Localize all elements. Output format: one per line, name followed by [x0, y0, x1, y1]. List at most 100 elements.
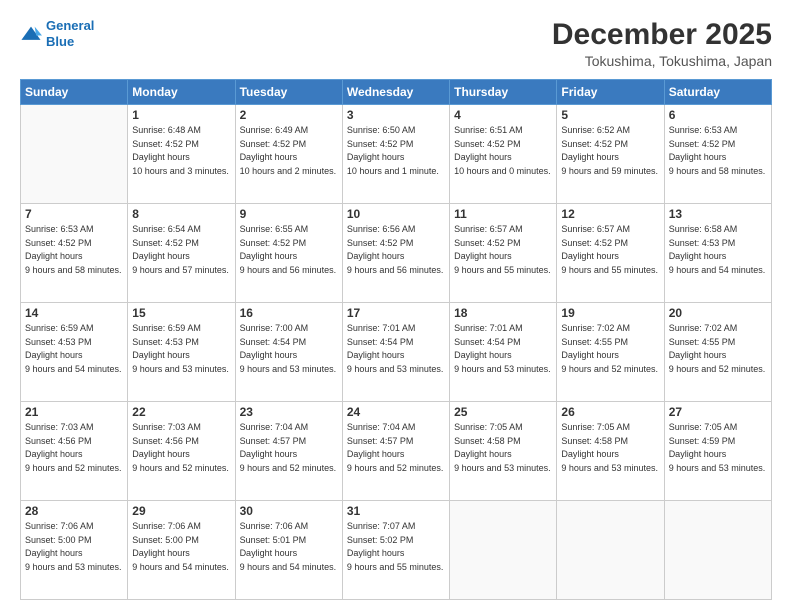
day-number: 28: [25, 504, 123, 518]
calendar-cell: 20 Sunrise: 7:02 AMSunset: 4:55 PMDayligh…: [664, 303, 771, 402]
calendar-cell: 29 Sunrise: 7:06 AMSunset: 5:00 PMDayligh…: [128, 501, 235, 600]
day-info: Sunrise: 7:00 AMSunset: 4:54 PMDaylight …: [240, 322, 338, 376]
day-info: Sunrise: 7:06 AMSunset: 5:00 PMDaylight …: [25, 520, 123, 574]
calendar-cell: 11 Sunrise: 6:57 AMSunset: 4:52 PMDayligh…: [450, 204, 557, 303]
day-info: Sunrise: 7:04 AMSunset: 4:57 PMDaylight …: [240, 421, 338, 475]
day-number: 26: [561, 405, 659, 419]
day-number: 3: [347, 108, 445, 122]
logo-icon: [20, 25, 42, 43]
day-info: Sunrise: 7:04 AMSunset: 4:57 PMDaylight …: [347, 421, 445, 475]
calendar-row-3: 21 Sunrise: 7:03 AMSunset: 4:56 PMDayligh…: [21, 402, 772, 501]
calendar-cell: 7 Sunrise: 6:53 AMSunset: 4:52 PMDaylight…: [21, 204, 128, 303]
day-info: Sunrise: 7:06 AMSunset: 5:00 PMDaylight …: [132, 520, 230, 574]
logo-line2: Blue: [46, 34, 74, 49]
logo-text: General Blue: [46, 18, 94, 49]
day-info: Sunrise: 6:52 AMSunset: 4:52 PMDaylight …: [561, 124, 659, 178]
day-number: 4: [454, 108, 552, 122]
calendar-cell: [664, 501, 771, 600]
calendar-cell: [450, 501, 557, 600]
calendar-cell: 12 Sunrise: 6:57 AMSunset: 4:52 PMDayligh…: [557, 204, 664, 303]
day-number: 9: [240, 207, 338, 221]
calendar-header-sunday: Sunday: [21, 80, 128, 105]
calendar-cell: 23Sunrise: 7:04 AMSunset: 4:57 PMDayligh…: [235, 402, 342, 501]
logo-line1: General: [46, 18, 94, 33]
calendar-cell: 8 Sunrise: 6:54 AMSunset: 4:52 PMDaylight…: [128, 204, 235, 303]
header: General Blue December 2025 Tokushima, To…: [20, 18, 772, 69]
calendar-cell: 24Sunrise: 7:04 AMSunset: 4:57 PMDayligh…: [342, 402, 449, 501]
day-info: Sunrise: 6:59 AMSunset: 4:53 PMDaylight …: [25, 322, 123, 376]
day-number: 16: [240, 306, 338, 320]
calendar-cell: 25 Sunrise: 7:05 AMSunset: 4:58 PMDayligh…: [450, 402, 557, 501]
calendar-cell: 13 Sunrise: 6:58 AMSunset: 4:53 PMDayligh…: [664, 204, 771, 303]
day-number: 17: [347, 306, 445, 320]
day-info: Sunrise: 7:05 AMSunset: 4:58 PMDaylight …: [561, 421, 659, 475]
day-number: 25: [454, 405, 552, 419]
day-info: Sunrise: 7:05 AMSunset: 4:59 PMDaylight …: [669, 421, 767, 475]
calendar-cell: 17 Sunrise: 7:01 AMSunset: 4:54 PMDayligh…: [342, 303, 449, 402]
day-info: Sunrise: 7:02 AMSunset: 4:55 PMDaylight …: [669, 322, 767, 376]
day-number: 10: [347, 207, 445, 221]
day-info: Sunrise: 7:03 AMSunset: 4:56 PMDaylight …: [25, 421, 123, 475]
calendar-cell: 21 Sunrise: 7:03 AMSunset: 4:56 PMDayligh…: [21, 402, 128, 501]
day-number: 5: [561, 108, 659, 122]
day-info: Sunrise: 6:57 AMSunset: 4:52 PMDaylight …: [561, 223, 659, 277]
day-info: Sunrise: 6:57 AMSunset: 4:52 PMDaylight …: [454, 223, 552, 277]
main-title: December 2025: [552, 18, 772, 51]
calendar-cell: 6Sunrise: 6:53 AMSunset: 4:52 PMDaylight…: [664, 105, 771, 204]
logo: General Blue: [20, 18, 94, 49]
subtitle: Tokushima, Tokushima, Japan: [552, 53, 772, 69]
calendar-row-1: 7 Sunrise: 6:53 AMSunset: 4:52 PMDaylight…: [21, 204, 772, 303]
calendar-cell: 14 Sunrise: 6:59 AMSunset: 4:53 PMDayligh…: [21, 303, 128, 402]
calendar-header-saturday: Saturday: [664, 80, 771, 105]
calendar-cell: 18 Sunrise: 7:01 AMSunset: 4:54 PMDayligh…: [450, 303, 557, 402]
day-info: Sunrise: 6:51 AMSunset: 4:52 PMDaylight …: [454, 124, 552, 178]
calendar-cell: 30 Sunrise: 7:06 AMSunset: 5:01 PMDayligh…: [235, 501, 342, 600]
day-number: 15: [132, 306, 230, 320]
calendar-header-friday: Friday: [557, 80, 664, 105]
day-number: 2: [240, 108, 338, 122]
calendar-cell: 1Sunrise: 6:48 AMSunset: 4:52 PMDaylight…: [128, 105, 235, 204]
calendar-cell: 3Sunrise: 6:50 AMSunset: 4:52 PMDaylight…: [342, 105, 449, 204]
calendar-header-wednesday: Wednesday: [342, 80, 449, 105]
title-section: December 2025 Tokushima, Tokushima, Japa…: [552, 18, 772, 69]
day-number: 8: [132, 207, 230, 221]
day-number: 21: [25, 405, 123, 419]
day-info: Sunrise: 7:06 AMSunset: 5:01 PMDaylight …: [240, 520, 338, 574]
day-number: 11: [454, 207, 552, 221]
calendar-cell: 2 Sunrise: 6:49 AMSunset: 4:52 PMDaylight…: [235, 105, 342, 204]
day-number: 18: [454, 306, 552, 320]
calendar-row-2: 14 Sunrise: 6:59 AMSunset: 4:53 PMDayligh…: [21, 303, 772, 402]
day-number: 13: [669, 207, 767, 221]
day-info: Sunrise: 6:58 AMSunset: 4:53 PMDaylight …: [669, 223, 767, 277]
day-number: 29: [132, 504, 230, 518]
calendar-row-0: 1Sunrise: 6:48 AMSunset: 4:52 PMDaylight…: [21, 105, 772, 204]
day-info: Sunrise: 6:49 AMSunset: 4:52 PMDaylight …: [240, 124, 338, 178]
calendar-cell: 9 Sunrise: 6:55 AMSunset: 4:52 PMDaylight…: [235, 204, 342, 303]
day-number: 14: [25, 306, 123, 320]
day-number: 12: [561, 207, 659, 221]
day-info: Sunrise: 7:03 AMSunset: 4:56 PMDaylight …: [132, 421, 230, 475]
calendar-header-monday: Monday: [128, 80, 235, 105]
day-info: Sunrise: 7:01 AMSunset: 4:54 PMDaylight …: [347, 322, 445, 376]
day-number: 31: [347, 504, 445, 518]
day-info: Sunrise: 7:01 AMSunset: 4:54 PMDaylight …: [454, 322, 552, 376]
calendar-cell: 5 Sunrise: 6:52 AMSunset: 4:52 PMDaylight…: [557, 105, 664, 204]
day-number: 20: [669, 306, 767, 320]
day-number: 1: [132, 108, 230, 122]
calendar-row-4: 28 Sunrise: 7:06 AMSunset: 5:00 PMDayligh…: [21, 501, 772, 600]
day-info: Sunrise: 7:05 AMSunset: 4:58 PMDaylight …: [454, 421, 552, 475]
calendar-header-thursday: Thursday: [450, 80, 557, 105]
day-number: 6: [669, 108, 767, 122]
day-number: 30: [240, 504, 338, 518]
calendar-table: SundayMondayTuesdayWednesdayThursdayFrid…: [20, 79, 772, 600]
day-info: Sunrise: 6:53 AMSunset: 4:52 PMDaylight …: [25, 223, 123, 277]
day-number: 7: [25, 207, 123, 221]
day-number: 22: [132, 405, 230, 419]
day-info: Sunrise: 6:54 AMSunset: 4:52 PMDaylight …: [132, 223, 230, 277]
calendar-cell: 16 Sunrise: 7:00 AMSunset: 4:54 PMDayligh…: [235, 303, 342, 402]
day-number: 19: [561, 306, 659, 320]
calendar-cell: 27Sunrise: 7:05 AMSunset: 4:59 PMDayligh…: [664, 402, 771, 501]
calendar-cell: 10Sunrise: 6:56 AMSunset: 4:52 PMDayligh…: [342, 204, 449, 303]
calendar-cell: 31Sunrise: 7:07 AMSunset: 5:02 PMDayligh…: [342, 501, 449, 600]
day-info: Sunrise: 6:55 AMSunset: 4:52 PMDaylight …: [240, 223, 338, 277]
